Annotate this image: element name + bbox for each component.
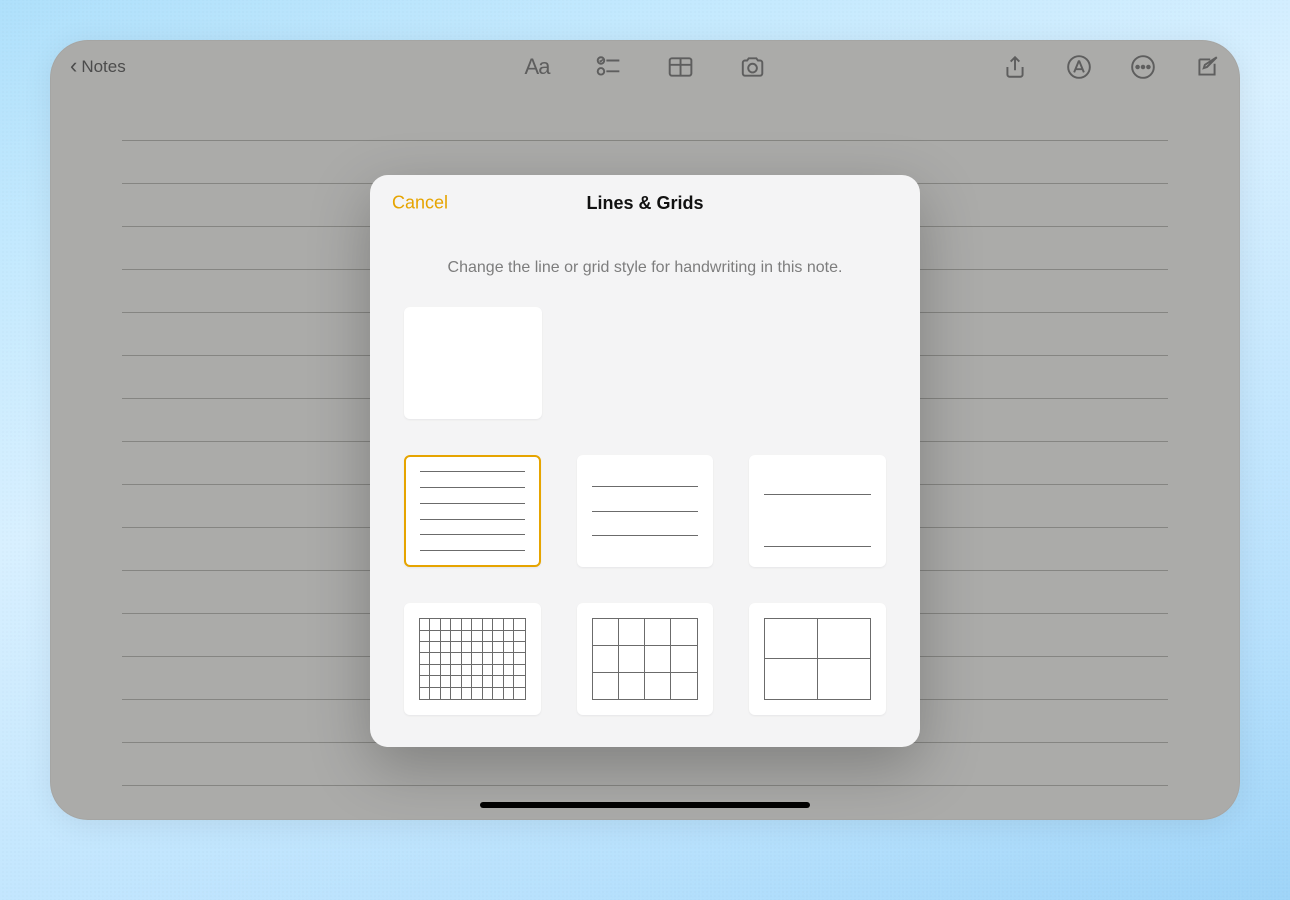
home-indicator [480, 802, 810, 808]
table-icon[interactable] [667, 54, 693, 80]
style-lines-wide[interactable] [749, 455, 886, 567]
back-label: Notes [81, 57, 125, 77]
style-lines-medium[interactable] [577, 455, 714, 567]
style-grid [404, 307, 886, 715]
text-format-icon[interactable]: Aa [525, 54, 550, 80]
chevron-left-icon: ‹ [70, 55, 77, 77]
lines-grids-modal: Cancel Lines & Grids Change the line or … [370, 175, 920, 747]
modal-subtitle: Change the line or grid style for handwr… [402, 259, 888, 277]
style-grid-medium[interactable] [577, 603, 714, 715]
style-lines-narrow[interactable] [404, 455, 541, 567]
markup-icon[interactable] [1066, 54, 1092, 80]
style-grid-large[interactable] [749, 603, 886, 715]
checklist-icon[interactable] [595, 54, 621, 80]
back-button[interactable]: ‹ Notes [70, 56, 126, 78]
modal-header: Cancel Lines & Grids [370, 175, 920, 231]
camera-icon[interactable] [739, 54, 765, 80]
compose-icon[interactable] [1194, 54, 1220, 80]
modal-title: Lines & Grids [586, 193, 703, 214]
share-icon[interactable] [1002, 54, 1028, 80]
style-grid-small[interactable] [404, 603, 541, 715]
style-blank[interactable] [404, 307, 542, 419]
more-icon[interactable] [1130, 54, 1156, 80]
cancel-button[interactable]: Cancel [392, 193, 448, 214]
right-toolbar [1002, 54, 1220, 80]
center-toolbar: Aa [525, 54, 766, 80]
notes-app-window: ‹ Notes Aa [50, 40, 1240, 820]
toolbar: ‹ Notes Aa [50, 40, 1240, 94]
